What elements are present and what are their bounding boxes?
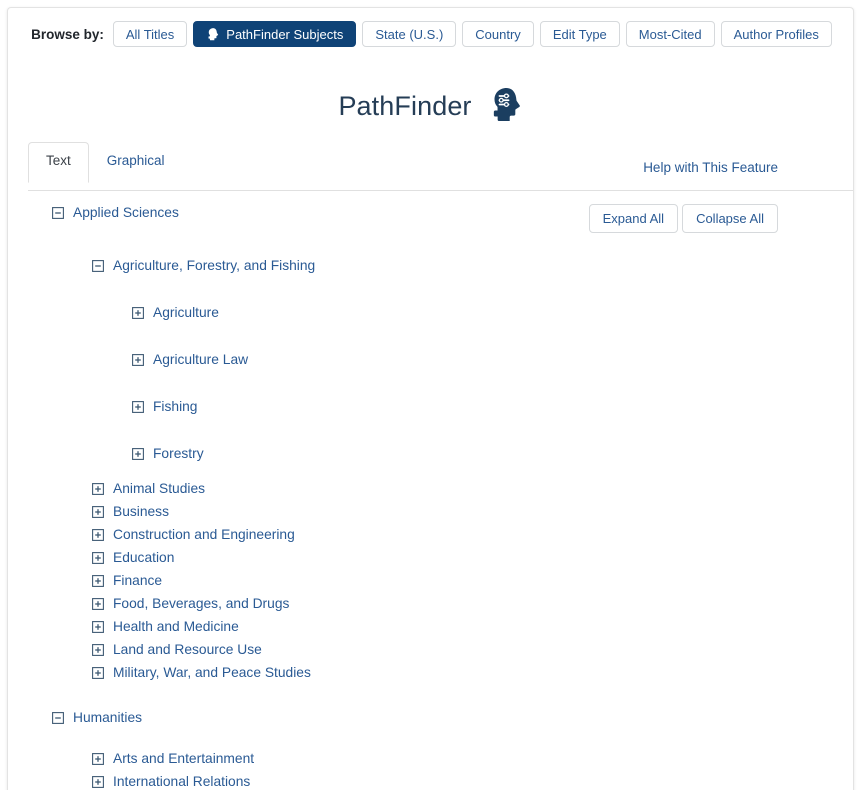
browse-option-edit-type[interactable]: Edit Type bbox=[539, 21, 620, 47]
tree-node-label[interactable]: Humanities bbox=[73, 710, 142, 725]
tree-node: International Relations bbox=[8, 770, 853, 790]
plus-square-icon[interactable] bbox=[92, 643, 104, 656]
browse-option-label: All Titles bbox=[125, 26, 175, 42]
browse-option-all-titles[interactable]: All Titles bbox=[112, 21, 188, 47]
tree-node: Agriculture bbox=[8, 301, 853, 324]
page-root: Browse by: All Titles PathFinder Subjects… bbox=[0, 0, 861, 790]
plus-square-icon[interactable] bbox=[92, 551, 104, 564]
minus-square-icon[interactable] bbox=[52, 711, 64, 724]
tree-node-label[interactable]: Food, Beverages, and Drugs bbox=[113, 596, 289, 611]
browse-option-label: Most-Cited bbox=[638, 26, 702, 42]
plus-square-icon[interactable] bbox=[92, 775, 104, 788]
tree-node-label[interactable]: Construction and Engineering bbox=[113, 527, 295, 542]
tree-node-label[interactable]: Agriculture Law bbox=[153, 352, 248, 367]
plus-square-icon[interactable] bbox=[92, 482, 104, 495]
tree-node: Military, War, and Peace Studies bbox=[8, 661, 853, 684]
tree-node-label[interactable]: Health and Medicine bbox=[113, 619, 239, 634]
plus-square-icon[interactable] bbox=[92, 597, 104, 610]
pathfinder-card: Browse by: All Titles PathFinder Subjects… bbox=[7, 7, 854, 790]
plus-square-icon[interactable] bbox=[92, 620, 104, 633]
tree-node-label[interactable]: Forestry bbox=[153, 446, 204, 461]
tree-node: Forestry bbox=[8, 442, 853, 465]
tree-node: Land and Resource Use bbox=[8, 638, 853, 661]
tree-node: Arts and Entertainment bbox=[8, 747, 853, 770]
tree-node: Animal Studies bbox=[8, 477, 853, 500]
tree-node: Agriculture, Forestry, and Fishing bbox=[8, 254, 853, 277]
tree-node-label[interactable]: Agriculture, Forestry, and Fishing bbox=[113, 258, 315, 273]
tree-node: Health and Medicine bbox=[8, 615, 853, 638]
minus-square-icon[interactable] bbox=[52, 206, 64, 219]
subject-tree: Applied Sciences Agriculture, Forestry, a… bbox=[8, 201, 853, 790]
tree-node-label[interactable]: Applied Sciences bbox=[73, 205, 179, 220]
browse-option-author-profiles[interactable]: Author Profiles bbox=[720, 21, 832, 47]
help-with-this-feature-link[interactable]: Help with This Feature bbox=[643, 160, 778, 175]
browse-option-country[interactable]: Country bbox=[462, 21, 534, 47]
page-title: PathFinder bbox=[8, 85, 853, 128]
minus-square-icon[interactable] bbox=[92, 259, 104, 272]
plus-square-icon[interactable] bbox=[132, 306, 144, 319]
page-title-text: PathFinder bbox=[338, 91, 472, 121]
tab-label: Text bbox=[46, 153, 71, 168]
tree-node-label[interactable]: Fishing bbox=[153, 399, 197, 414]
head-circuit-icon bbox=[487, 85, 525, 128]
browse-by-label: Browse by: bbox=[31, 26, 104, 42]
tree-node: Fishing bbox=[8, 395, 853, 418]
tab-graphical[interactable]: Graphical bbox=[89, 142, 183, 183]
tree-node-label[interactable]: Animal Studies bbox=[113, 481, 205, 496]
plus-square-icon[interactable] bbox=[132, 447, 144, 460]
plus-square-icon[interactable] bbox=[92, 574, 104, 587]
browse-options-group: All Titles PathFinder Subjects State (U.S.… bbox=[112, 21, 832, 47]
browse-option-label: Author Profiles bbox=[733, 26, 819, 42]
tree-node: Business bbox=[8, 500, 853, 523]
tree-node: Education bbox=[8, 546, 853, 569]
browse-option-label: State (U.S.) bbox=[375, 26, 444, 42]
tab-label: Graphical bbox=[106, 153, 165, 168]
plus-square-icon[interactable] bbox=[92, 752, 104, 765]
tree-node: Agriculture Law bbox=[8, 348, 853, 371]
tree-node: Finance bbox=[8, 569, 853, 592]
plus-square-icon[interactable] bbox=[92, 528, 104, 541]
browse-option-pathfinder-subjects[interactable]: PathFinder Subjects bbox=[193, 21, 357, 47]
plus-square-icon[interactable] bbox=[92, 505, 104, 518]
tabs-divider bbox=[28, 190, 853, 191]
tree-node-label[interactable]: Military, War, and Peace Studies bbox=[113, 665, 311, 680]
browse-option-label: Country bbox=[475, 26, 521, 42]
plus-square-icon[interactable] bbox=[132, 400, 144, 413]
tree-node-label[interactable]: Finance bbox=[113, 573, 162, 588]
tree-node: Construction and Engineering bbox=[8, 523, 853, 546]
browse-by-bar: Browse by: All Titles PathFinder Subjects… bbox=[8, 21, 853, 47]
tree-node: Humanities bbox=[8, 706, 853, 729]
plus-square-icon[interactable] bbox=[132, 353, 144, 366]
browse-option-most-cited[interactable]: Most-Cited bbox=[625, 21, 715, 47]
browse-option-label: Edit Type bbox=[552, 26, 607, 42]
tree-node-label[interactable]: Education bbox=[113, 550, 174, 565]
tree-node: Food, Beverages, and Drugs bbox=[8, 592, 853, 615]
tree-node-label[interactable]: Business bbox=[113, 504, 169, 519]
tree-node-label[interactable]: International Relations bbox=[113, 774, 250, 789]
head-circuit-icon bbox=[206, 27, 220, 41]
tree-node-label[interactable]: Land and Resource Use bbox=[113, 642, 262, 657]
browse-option-state-us[interactable]: State (U.S.) bbox=[362, 21, 457, 47]
tree-node-label[interactable]: Agriculture bbox=[153, 305, 219, 320]
tree-node: Applied Sciences bbox=[8, 201, 853, 224]
tree-node-label[interactable]: Arts and Entertainment bbox=[113, 751, 254, 766]
browse-option-label: PathFinder Subjects bbox=[226, 26, 344, 42]
tab-text[interactable]: Text bbox=[28, 142, 89, 183]
view-tabs: Text Graphical bbox=[28, 142, 183, 183]
plus-square-icon[interactable] bbox=[92, 666, 104, 679]
